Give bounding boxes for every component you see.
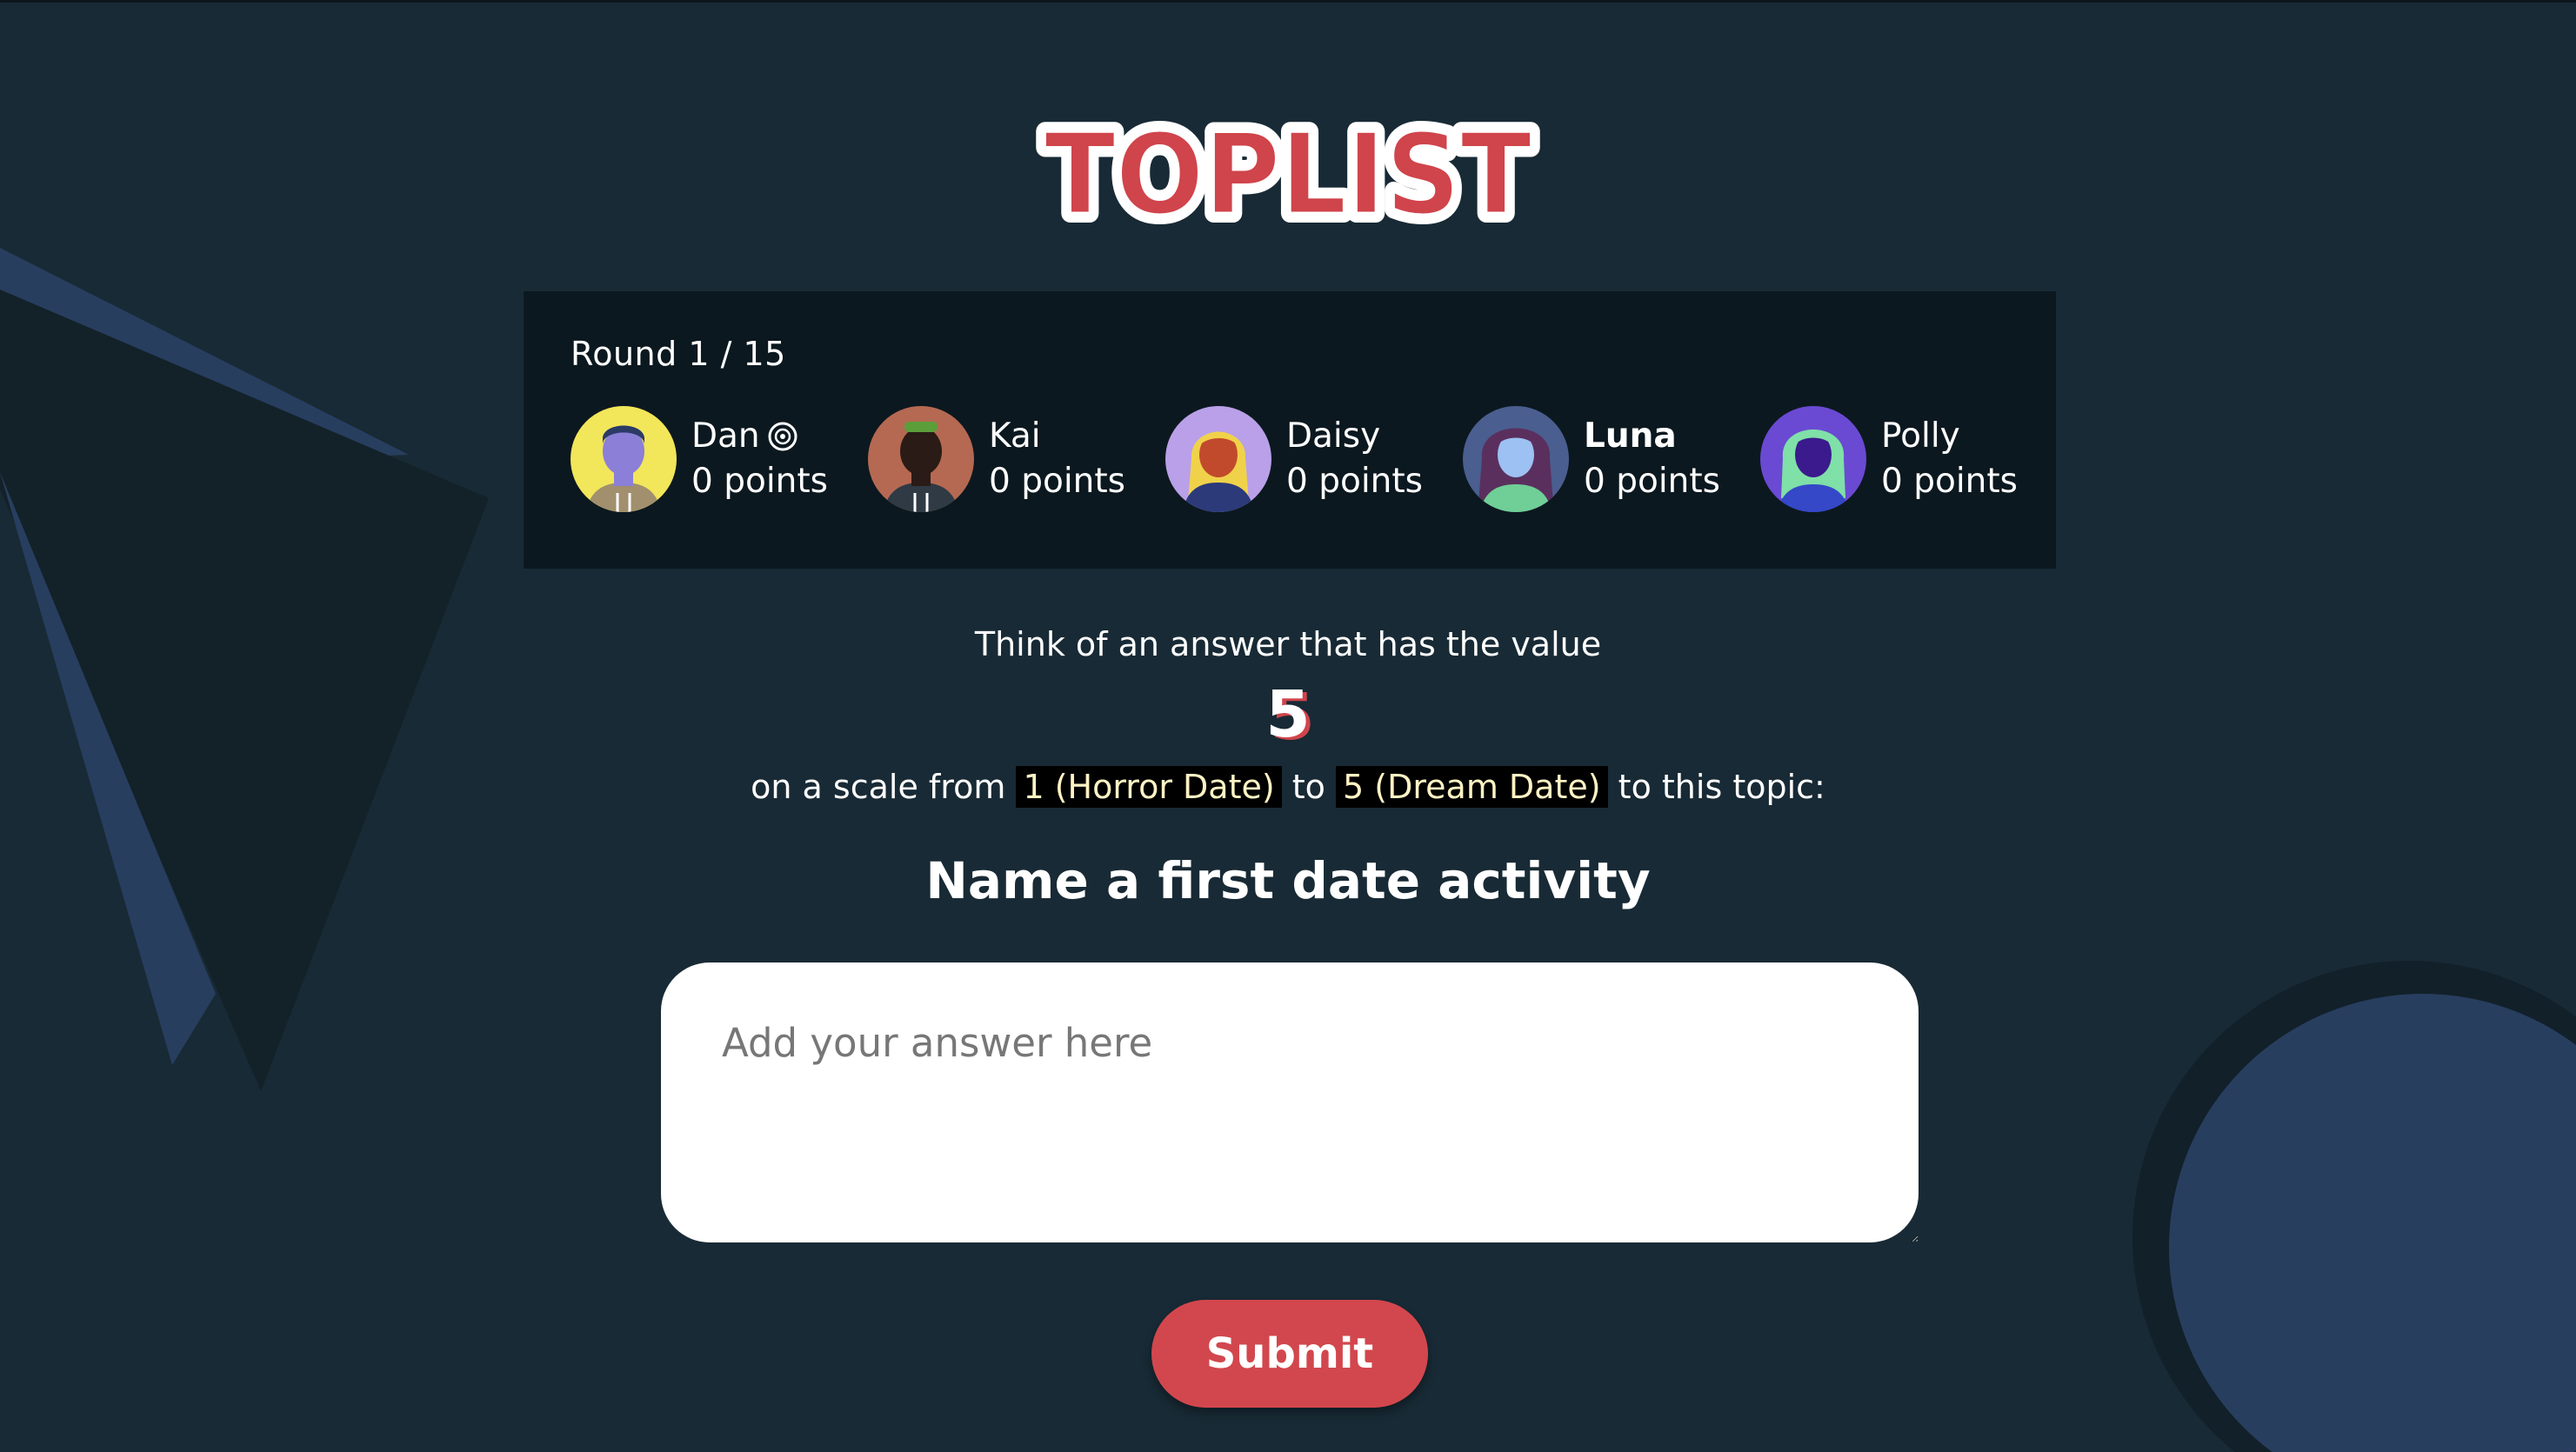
- avatar-kai: [868, 406, 974, 512]
- scale-description: on a scale from 1 (Horror Date) to 5 (Dr…: [0, 766, 2576, 808]
- bg-circle: [2169, 994, 2576, 1452]
- avatar-dan: [571, 406, 677, 512]
- toplist-logo: TOPLIST TOPLIST: [1035, 110, 1541, 241]
- scale-min-label: 1 (Horror Date): [1016, 766, 1282, 808]
- player-polly: Polly 0 points: [1760, 406, 2058, 512]
- bg-circle-shadow: [2132, 961, 2576, 1452]
- scale-suffix: to this topic:: [1618, 768, 1825, 806]
- player-points: 0 points: [1881, 462, 2018, 501]
- host-badge-icon: [768, 422, 797, 451]
- game-page: TOPLIST TOPLIST Round 1 / 15 Dan 0 point…: [0, 0, 2576, 1452]
- player-points: 0 points: [989, 462, 1125, 501]
- player-name: Daisy: [1286, 416, 1381, 456]
- player-dan: Dan 0 points: [571, 406, 868, 512]
- scale-to: to: [1291, 768, 1325, 806]
- player-points: 0 points: [691, 462, 828, 501]
- avatar-daisy: [1165, 406, 1271, 512]
- bg-triangle-light: [0, 248, 409, 472]
- player-points: 0 points: [1584, 462, 1720, 501]
- topic-title: Name a first date activity: [925, 851, 1651, 910]
- scoreboard: Round 1 / 15 Dan 0 points Kai 0 points D…: [524, 291, 2056, 569]
- player-list: Dan 0 points Kai 0 points Daisy 0 points…: [571, 406, 2058, 512]
- player-kai: Kai 0 points: [868, 406, 1165, 512]
- scale-prefix: on a scale from: [751, 768, 1006, 806]
- avatar-polly: [1760, 406, 1866, 512]
- player-name: Polly: [1881, 416, 1960, 456]
- player-name: Dan: [691, 416, 760, 456]
- player-points: 0 points: [1286, 462, 1423, 501]
- player-luna: Luna 0 points: [1463, 406, 1760, 512]
- svg-text:TOPLIST: TOPLIST: [1044, 110, 1532, 240]
- player-daisy: Daisy 0 points: [1165, 406, 1463, 512]
- scale-max-label: 5 (Dream Date): [1336, 766, 1608, 808]
- round-label: Round 1 / 15: [571, 335, 786, 373]
- target-value: 5: [1265, 677, 1311, 752]
- player-name: Luna: [1584, 416, 1677, 456]
- answer-input[interactable]: [661, 962, 1919, 1242]
- prompt-intro: Think of an answer that has the value: [974, 625, 1602, 663]
- submit-button[interactable]: Submit: [1151, 1300, 1428, 1408]
- avatar-luna: [1463, 406, 1569, 512]
- player-name: Kai: [989, 416, 1041, 456]
